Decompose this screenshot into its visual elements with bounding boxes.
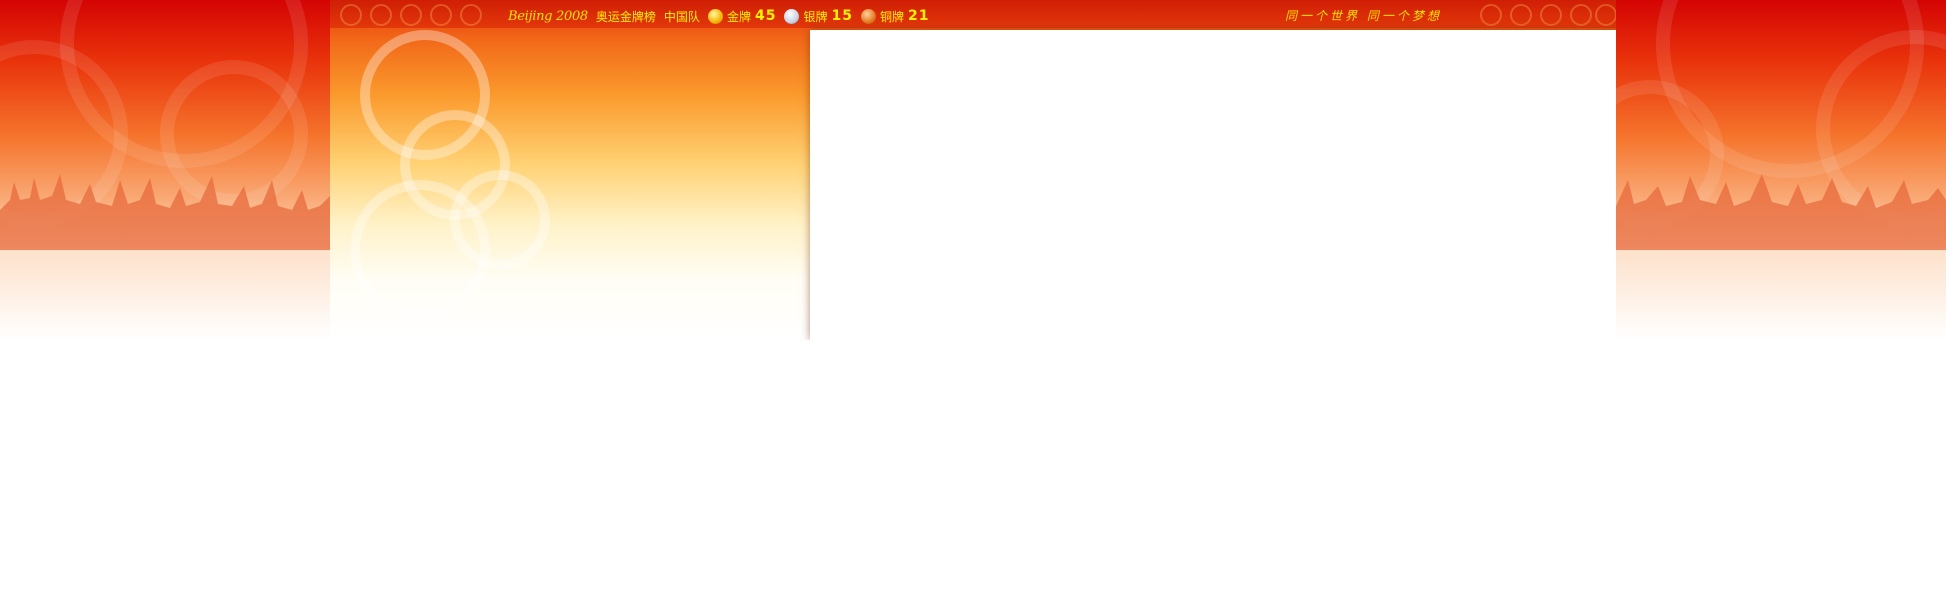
gold-tally: 金牌 45: [707, 8, 777, 25]
bronze-tally: 铜牌 21: [860, 8, 930, 25]
gold-label: 金牌: [726, 9, 751, 24]
silver-tally: 银牌 15: [784, 8, 853, 25]
slogan: 同一个世界 同一个梦想: [1285, 9, 1442, 23]
silver-count: 15: [831, 8, 853, 24]
main-banner: [330, 0, 1616, 340]
crowd-silhouette: [1616, 174, 1946, 250]
team-name: 中国队: [663, 9, 700, 24]
gold-count: 45: [754, 8, 777, 24]
gold-medal-icon: [707, 8, 723, 24]
bronze-medal-icon: [860, 8, 876, 24]
medal-tally: Beijing 2008 奥运金牌榜 中国队 金牌 45 银牌 15 铜牌 21: [508, 7, 929, 25]
silver-label: 银牌: [803, 9, 828, 24]
bronze-count: 21: [907, 8, 930, 24]
board-title: 奥运金牌榜: [595, 9, 656, 24]
right-crowd-banner: [1616, 0, 1946, 340]
crowd-silhouette: [0, 174, 330, 250]
content-panel: [810, 30, 1616, 340]
left-crowd-banner: [0, 0, 330, 340]
beijing-2008-logo: Beijing 2008: [508, 8, 588, 24]
silver-medal-icon: [784, 8, 800, 24]
bronze-label: 铜牌: [879, 9, 904, 24]
